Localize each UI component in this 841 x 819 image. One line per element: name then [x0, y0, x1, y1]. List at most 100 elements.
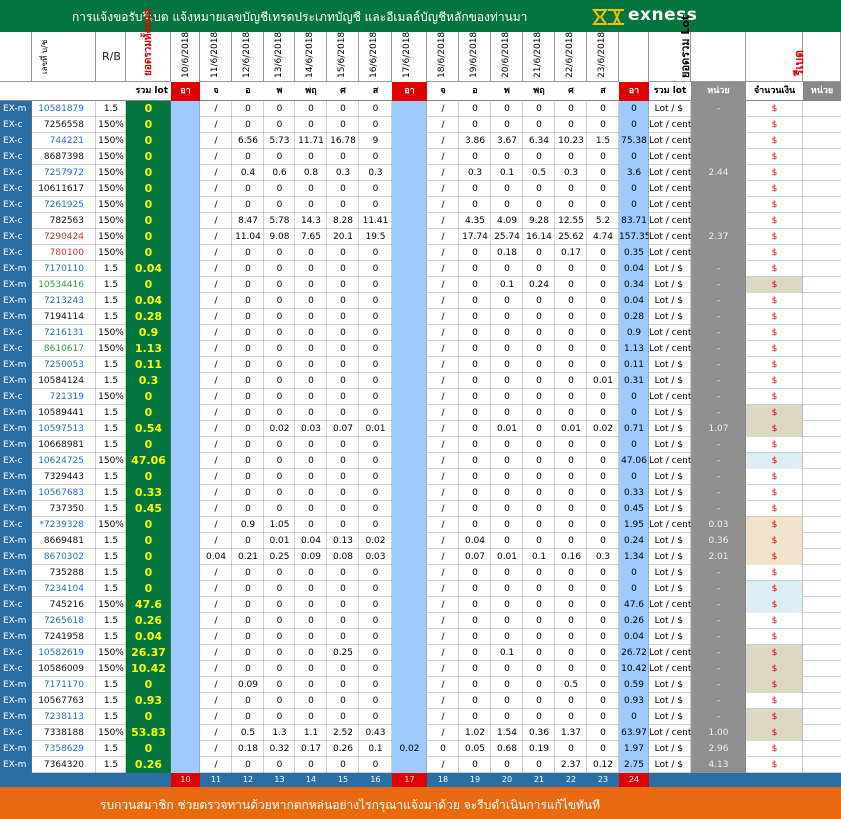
day-value-cell: /	[214, 728, 218, 738]
day-value-cell: 0	[568, 152, 574, 162]
weekend-cell	[392, 613, 427, 629]
lot-total-cell: Lot / $	[654, 296, 683, 306]
day-value-cell: 0.07	[332, 424, 354, 434]
weekend-cell: 1.34	[619, 549, 649, 565]
day-value-cell: 0	[245, 760, 251, 770]
day-value-cell: /	[441, 264, 445, 274]
day-value-cell: 0	[568, 104, 574, 114]
day-value-cell: 0	[504, 328, 510, 338]
table-row: EX-m 7364320 1.5 0.26 / 0 0 0 0 0 / 0 0 0 2.37 0.12 2.75…	[0, 757, 841, 773]
day-value-cell: 0	[536, 712, 542, 722]
table-row: EX-m 7170110 1.5 0.04 / 0 0 0 0 0 / 0 0 0 0 0 0.04 Lot / …	[0, 261, 841, 277]
account-type-cell: EX-c	[0, 325, 32, 341]
day-value-cell: 0	[276, 472, 283, 482]
table-row: EX-c *7239328 150% 0/0.9 1.05 0 0 0/0 0 0 0 0 1.95 Lo…	[0, 517, 841, 533]
day-value-cell: 20.1	[332, 232, 354, 242]
lot-total-cell: Lot / cent	[649, 328, 691, 338]
weekend-cell: 0.35	[619, 245, 649, 261]
weekend-cell	[392, 133, 427, 149]
day-value-cell: /	[441, 456, 445, 466]
total-cell: 0	[126, 437, 171, 453]
rebate-amount-cell: $	[771, 632, 778, 642]
day-value-cell: 1.5	[595, 136, 611, 146]
unit-cell: -	[691, 341, 746, 357]
day-value-cell: 0	[372, 328, 379, 338]
rb-cell: 1.5	[103, 424, 119, 434]
day-value-cell: 0	[245, 280, 251, 290]
total-cell: 0.9	[126, 325, 171, 341]
weekend-cell: 47.06	[619, 453, 649, 469]
rebate-amount-cell: $	[771, 216, 778, 226]
date-header: 15/6/2018	[337, 31, 347, 78]
weekend-cell	[392, 325, 427, 341]
table-row: EX-c 10586009 150% 10.42/0 0 0 0 0/0 0 0 0 0 10.42 Lo…	[0, 661, 841, 677]
rebate-amount-cell: $	[771, 328, 778, 338]
day-value-cell: 0.17	[300, 744, 322, 754]
day-value-cell: 0	[504, 456, 510, 466]
rb-cell: 150%	[98, 184, 124, 194]
weekend-cell	[392, 293, 427, 309]
rb-cell: 1.5	[103, 440, 119, 450]
day-value-cell: 0	[245, 440, 251, 450]
day-value-cell: 0	[340, 504, 346, 514]
weekend-cell	[171, 469, 200, 485]
weekend-cell: 63.97	[619, 725, 649, 741]
day-number: 11	[210, 775, 222, 784]
day-value-cell: 0	[372, 200, 379, 210]
weekend-cell: 26.72	[619, 645, 649, 661]
day-value-cell: /	[214, 312, 218, 322]
day-value-cell: 0	[245, 312, 251, 322]
account-type-cell: EX-c	[0, 117, 32, 133]
day-value-cell: 0	[536, 344, 542, 354]
day-value-cell: 0.26	[332, 744, 354, 754]
day-value-cell: 0	[472, 184, 478, 194]
day-value-cell: /	[441, 200, 445, 210]
day-value-cell: 0	[600, 280, 606, 290]
day-value-cell: 0	[600, 664, 606, 674]
grid-line	[326, 101, 327, 773]
day-value-cell: /	[441, 184, 445, 194]
weekend-cell	[392, 693, 427, 709]
day-value-cell: 0	[340, 632, 346, 642]
total-cell: 0.93	[126, 693, 171, 709]
lot-total-cell: Lot / $	[654, 504, 683, 514]
account-number-cell: 7290424	[43, 232, 84, 242]
day-value-cell: 0	[308, 264, 314, 274]
day-value-cell: /	[214, 328, 218, 338]
day-value-cell: /	[214, 296, 218, 306]
total-cell: 0	[126, 213, 171, 229]
day-value-cell: 0	[245, 616, 251, 626]
day-value-cell: 0	[245, 344, 251, 354]
grid-line	[170, 101, 171, 773]
day-value-cell: 0	[504, 440, 510, 450]
day-value-cell: 0	[308, 616, 314, 626]
weekend-cell	[171, 629, 200, 645]
weekend-cell	[392, 661, 427, 677]
rebate-amount-cell: $	[771, 744, 778, 754]
total-cell: 10.42	[126, 661, 171, 677]
day-value-cell: 0	[245, 664, 251, 674]
day-value-cell: 0	[472, 712, 478, 722]
day-value-cell: 0	[568, 408, 574, 418]
day-value-cell: 0	[340, 600, 346, 610]
weekend-cell: 75.38	[619, 133, 649, 149]
weekend-cell	[171, 693, 200, 709]
day-value-cell: 0	[340, 456, 346, 466]
day-value-cell: 0.1	[499, 648, 515, 658]
weekend-cell: 0	[619, 197, 649, 213]
day-value-cell: 0	[600, 408, 606, 418]
day-value-cell: 0	[536, 616, 542, 626]
day-value-cell: 0	[340, 712, 346, 722]
lot-total-cell: Lot / $	[654, 360, 683, 370]
day-value-cell: /	[441, 392, 445, 402]
total-cell: 0.28	[126, 309, 171, 325]
day-value-cell: 0	[245, 472, 251, 482]
account-number-cell: 10597513	[38, 424, 84, 434]
rb-cell: 150%	[98, 728, 124, 738]
day-value-cell: 0	[472, 424, 478, 434]
table-row: EX-c 7290424 150% 0 / 11.04 9.08 7.65 20.1 19.5 / 1…	[0, 229, 841, 245]
total-cell: 0	[126, 741, 171, 757]
lot-total-cell: Lot / cent	[649, 648, 691, 658]
day-value-cell: 0	[472, 360, 478, 370]
account-type-cell: EX-m	[0, 501, 32, 517]
